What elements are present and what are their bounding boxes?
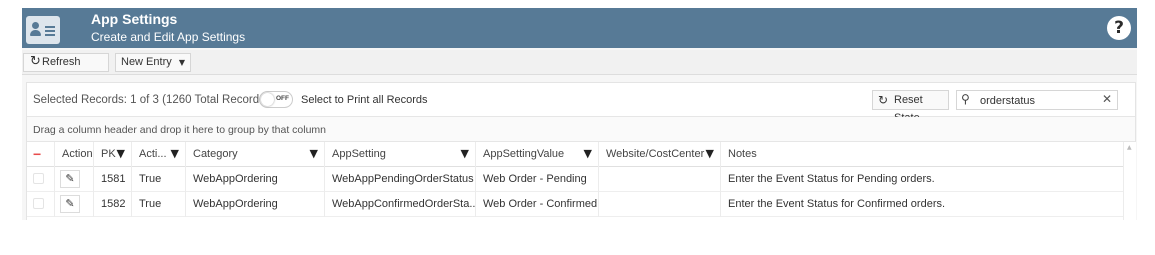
column-header-label: Notes (728, 148, 757, 160)
refresh-button[interactable]: ↻ Refresh (23, 53, 109, 72)
appsetting-cell: WebAppPendingOrderStatus (325, 167, 476, 192)
refresh-label: Refresh (42, 56, 81, 68)
column-header-active[interactable]: Acti... ▼ (132, 142, 186, 167)
column-header-appsettingvalue[interactable]: AppSettingValue ▼ (476, 142, 599, 167)
app-header: App Settings Create and Edit App Setting… (22, 8, 1137, 48)
pk-cell: 1582 (94, 192, 132, 217)
refresh-icon: ↻ (30, 54, 41, 69)
clear-search-icon[interactable]: ✕ (1102, 92, 1112, 106)
active-cell: True (132, 192, 186, 217)
filter-icon[interactable]: ▼ (584, 142, 592, 166)
row-checkbox[interactable] (33, 198, 44, 209)
category-cell: WebAppOrdering (186, 167, 325, 192)
column-header-action: Action (55, 142, 94, 167)
edit-icon[interactable]: ✎ (60, 195, 80, 213)
toolbar: ↻ Refresh New Entry ▼ (22, 50, 1137, 75)
active-cell: True (132, 167, 186, 192)
search-box: ⚲ ✕ (956, 90, 1118, 110)
page-subtitle: Create and Edit App Settings (91, 30, 246, 44)
group-panel[interactable]: Drag a column header and drop it here to… (27, 117, 1135, 142)
print-all-toggle[interactable]: OFF (259, 91, 293, 108)
row-checkbox[interactable] (33, 173, 44, 184)
column-header-notes[interactable]: Notes (721, 142, 1123, 167)
category-cell: WebAppOrdering (186, 192, 325, 217)
column-header-label: PK (101, 148, 116, 160)
reset-state-button[interactable]: ↻ Reset State (872, 90, 949, 124)
search-input[interactable] (980, 93, 1095, 108)
user-card-icon (26, 16, 60, 44)
page-title: App Settings (91, 11, 178, 27)
filter-icon[interactable]: ▼ (706, 142, 714, 166)
edit-icon[interactable]: ✎ (60, 170, 80, 188)
appsettingvalue-cell: Web Order - Pending (476, 167, 599, 192)
print-all-label: Select to Print all Records (301, 94, 428, 106)
column-header-label: AppSettingValue (483, 148, 565, 160)
filter-icon[interactable]: ▼ (461, 142, 469, 166)
grid-header-row: − Action PK ▼ Acti... ▼ Category ▼ AppSe… (27, 142, 1123, 167)
column-header-label: Action (62, 148, 93, 160)
column-header-pk[interactable]: PK ▼ (94, 142, 132, 167)
website-cell (599, 167, 721, 192)
status-bar: Selected Records: 1 of 3 (1260 Total Rec… (27, 83, 1135, 124)
notes-cell: Enter the Event Status for Pending order… (728, 173, 935, 185)
new-entry-button[interactable]: New Entry ▼ (115, 53, 191, 72)
help-icon[interactable]: ? (1107, 16, 1131, 40)
toggle-knob (261, 93, 274, 106)
filter-icon[interactable]: ▼ (171, 142, 179, 166)
toggle-label: OFF (276, 95, 289, 102)
notes-cell: Enter the Event Status for Confirmed ord… (728, 198, 946, 210)
column-header-category[interactable]: Category ▼ (186, 142, 325, 167)
search-icon: ⚲ (961, 92, 970, 106)
column-header-appsetting[interactable]: AppSetting ▼ (325, 142, 476, 167)
appsetting-cell: WebAppConfirmedOrderSta... (325, 192, 476, 217)
records-panel: Selected Records: 1 of 3 (1260 Total Rec… (26, 82, 1136, 220)
column-header-website[interactable]: Website/CostCenter ▼ (599, 142, 721, 167)
appsettingvalue-cell: Web Order - Confirmed (476, 192, 599, 217)
column-header-label: Acti... (139, 148, 167, 160)
select-all-toggle[interactable]: − (27, 142, 55, 167)
chevron-down-icon[interactable]: ▼ (179, 54, 185, 71)
selected-records-text: Selected Records: 1 of 3 (1260 Total Rec… (33, 94, 269, 106)
reset-icon: ↻ (878, 93, 889, 107)
row-checkbox-cell (27, 192, 55, 217)
action-cell: ✎ (55, 192, 94, 217)
filter-icon[interactable]: ▼ (310, 142, 318, 166)
column-header-label: Website/CostCenter (606, 148, 705, 160)
app-frame: App Settings Create and Edit App Setting… (22, 8, 1137, 220)
table-row[interactable]: ✎ 1582 True WebAppOrdering WebAppConfirm… (27, 192, 1123, 217)
column-header-label: Category (193, 148, 238, 160)
new-entry-label: New Entry (121, 56, 172, 68)
website-cell (599, 192, 721, 217)
row-checkbox-cell (27, 167, 55, 192)
filter-icon[interactable]: ▼ (117, 142, 125, 166)
action-cell: ✎ (55, 167, 94, 192)
column-header-label: AppSetting (332, 148, 386, 160)
table-row[interactable]: ✎ 1581 True WebAppOrdering WebAppPending… (27, 167, 1123, 192)
group-panel-hint: Drag a column header and drop it here to… (33, 124, 327, 136)
scroll-up-icon[interactable]: ▲ (1127, 144, 1132, 151)
pk-cell: 1581 (94, 167, 132, 192)
vertical-scrollbar[interactable]: ▲ (1123, 142, 1136, 220)
